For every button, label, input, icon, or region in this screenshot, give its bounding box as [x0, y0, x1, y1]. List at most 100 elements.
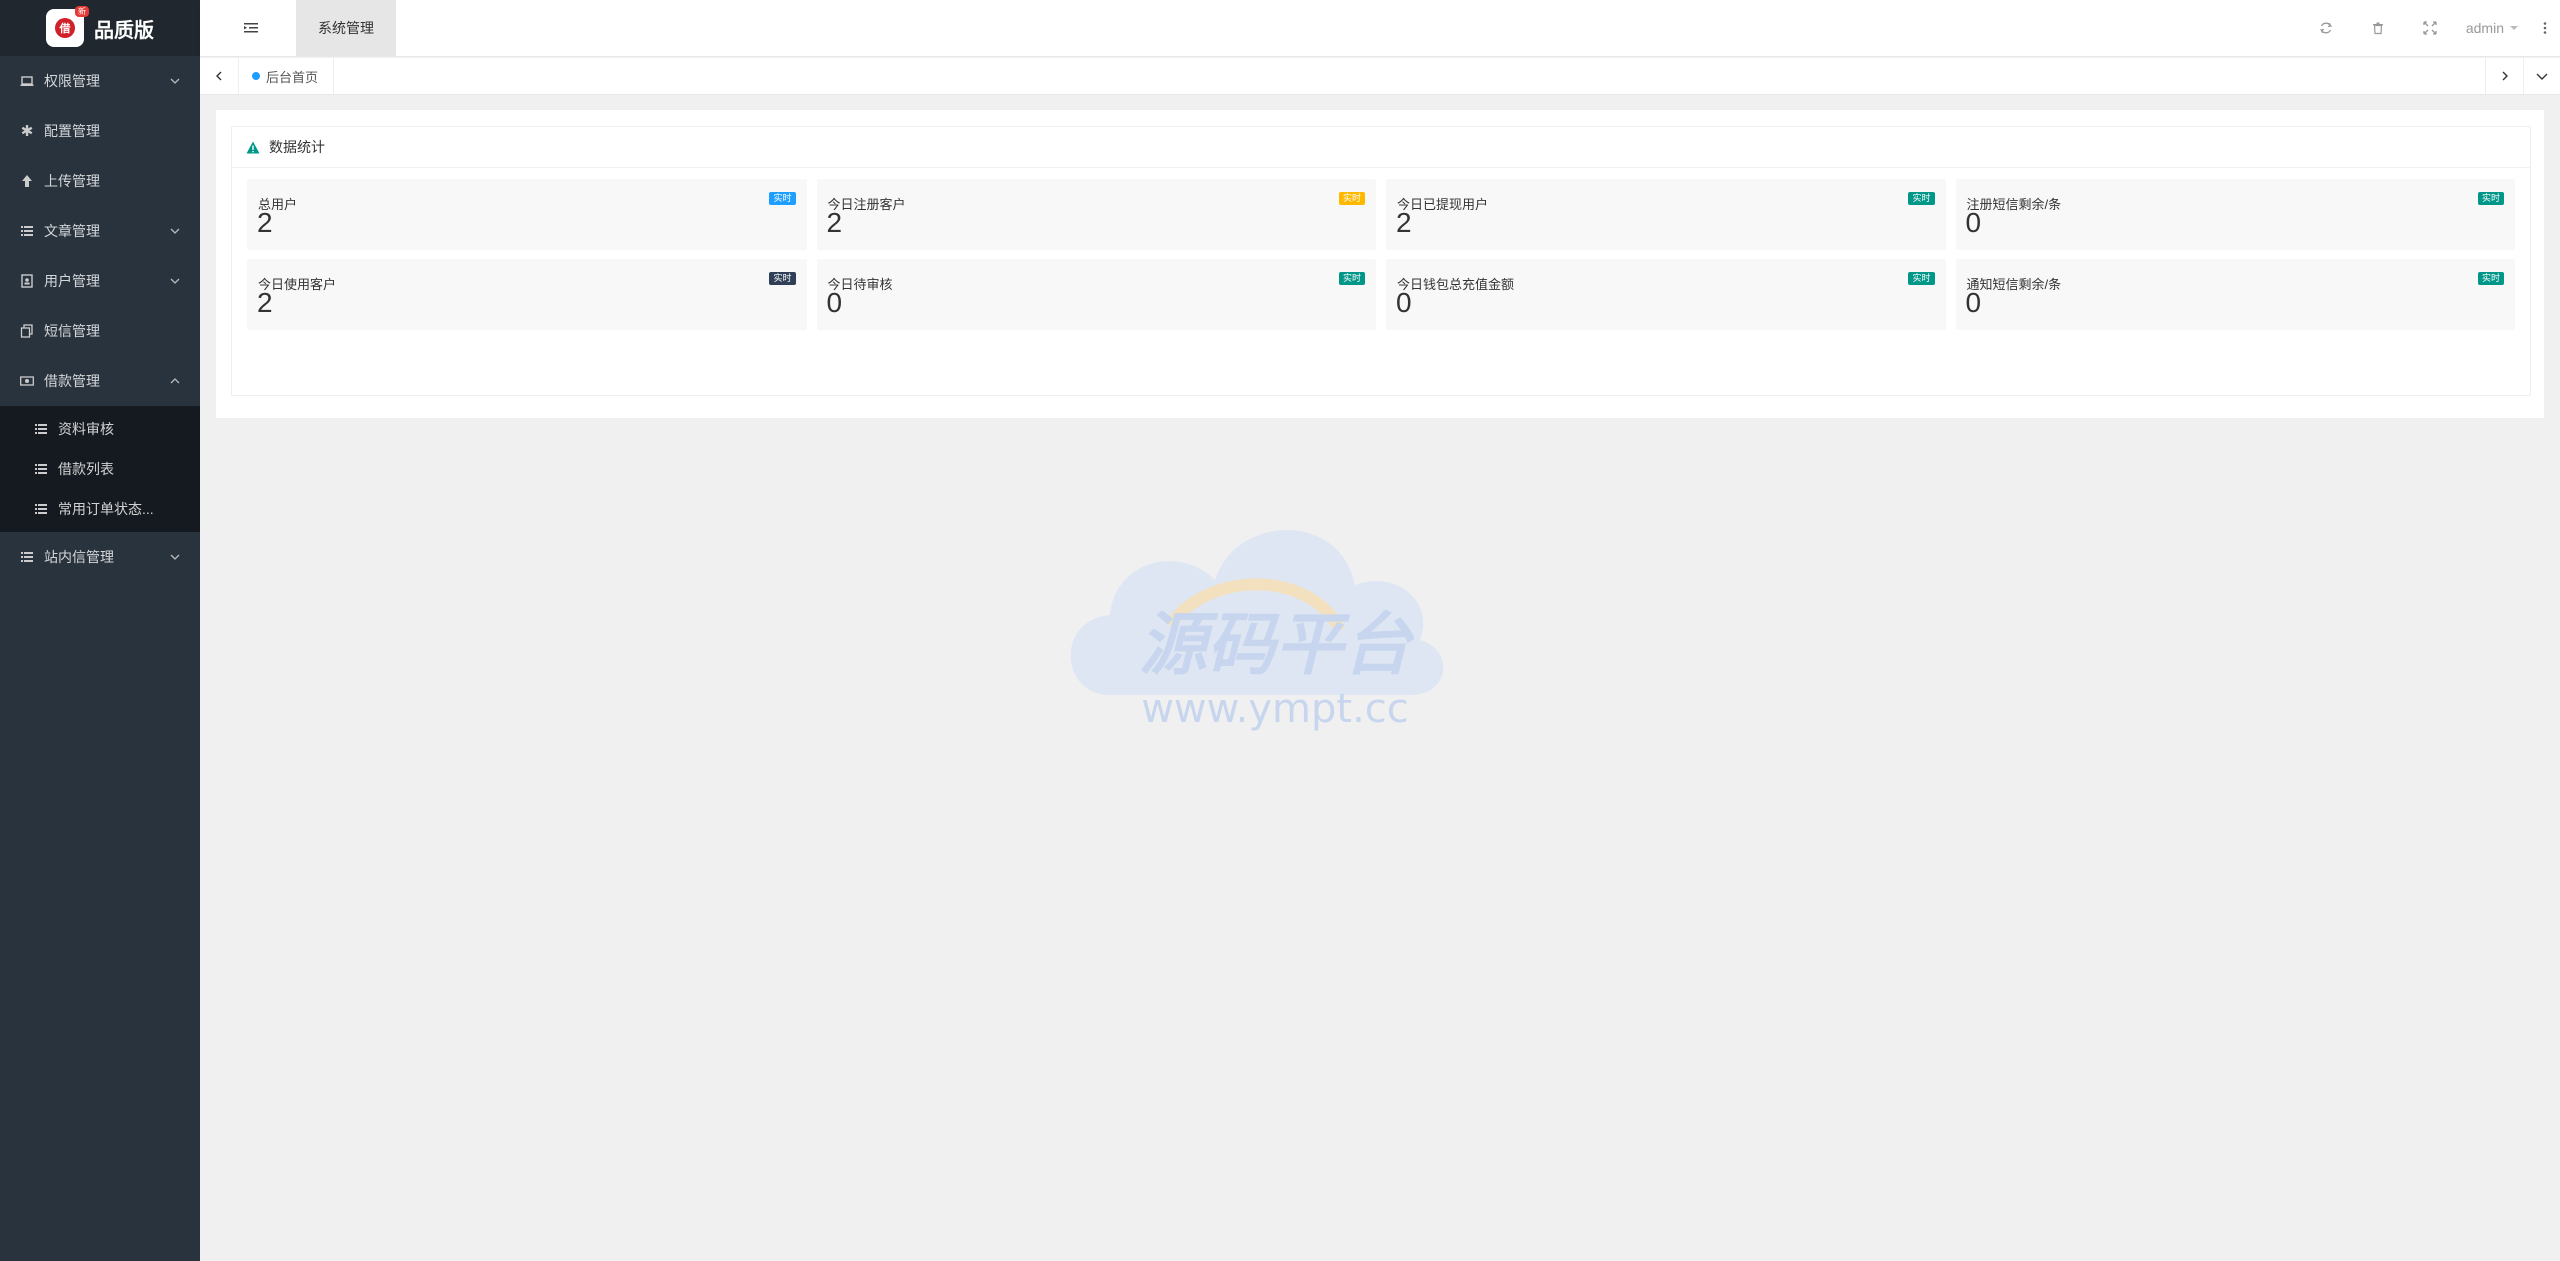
sidebar-subitem-label: 常用订单状态...	[58, 501, 154, 517]
logo-text: 品质版	[94, 19, 154, 42]
realtime-badge: 实时	[769, 272, 796, 285]
sidebar-item-users[interactable]: 用户管理	[0, 256, 200, 306]
refresh-button[interactable]	[2300, 0, 2352, 56]
sidebar-item-loans[interactable]: 借款管理	[0, 356, 200, 406]
sidebar-item-label: 用户管理	[44, 273, 100, 289]
tabs-dropdown-button[interactable]	[2523, 58, 2560, 94]
sidebar-item-sms[interactable]: 短信管理	[0, 306, 200, 356]
more-vertical-icon	[2543, 22, 2547, 34]
sidebar-item-messages[interactable]: 站内信管理	[0, 532, 200, 582]
top-header: 系统管理 admin	[200, 0, 2560, 56]
stats-card: 数据统计 总用户 2 实时 今日注册客户 2 实时 今日已提现用户 2 实时 注…	[231, 126, 2531, 396]
indent-icon	[244, 23, 258, 33]
tab-home-label: 后台首页	[266, 69, 319, 85]
tab-bar: 后台首页	[200, 57, 2560, 95]
fullscreen-icon	[2423, 21, 2437, 35]
tabs-scroll-left-button[interactable]	[200, 58, 239, 94]
system-management-tab[interactable]: 系统管理	[296, 0, 396, 56]
sidebar-item-label: 短信管理	[44, 323, 100, 339]
realtime-badge: 实时	[1908, 192, 1935, 205]
list-icon	[20, 550, 34, 564]
card-title: 数据统计	[269, 139, 325, 155]
sidebar-subitem-review[interactable]: 资料审核	[0, 409, 200, 449]
tab-home[interactable]: 后台首页	[242, 58, 335, 94]
sidebar: 借 新 品质版 权限管理 ✱ 配置管理 上传管理 文章管理 用户管理 短信管理 …	[0, 0, 200, 1261]
sidebar-subitem-order-status[interactable]: 常用订单状态...	[0, 489, 200, 529]
stat-today-registered: 今日注册客户 2 实时	[816, 179, 1376, 250]
sidebar-item-articles[interactable]: 文章管理	[0, 206, 200, 256]
sidebar-item-label: 配置管理	[44, 123, 100, 139]
sidebar-item-label: 借款管理	[44, 373, 100, 389]
refresh-icon	[2319, 22, 2332, 34]
stat-total-users: 总用户 2 实时	[247, 179, 807, 250]
stat-today-active: 今日使用客户 2 实时	[247, 259, 807, 330]
list-icon	[20, 224, 34, 238]
sidebar-item-config[interactable]: ✱ 配置管理	[0, 106, 200, 156]
watermark-url: www.ympt.cc	[1141, 686, 1409, 732]
clear-cache-button[interactable]	[2352, 0, 2404, 56]
header-tools: admin	[2300, 0, 2560, 56]
list-icon	[34, 462, 48, 476]
sidebar-item-label: 上传管理	[44, 173, 100, 189]
list-icon	[34, 422, 48, 436]
fullscreen-button[interactable]	[2404, 0, 2456, 56]
loans-submenu: 资料审核 借款列表 常用订单状态...	[0, 406, 200, 532]
stat-notice-sms-left: 通知短信剩余/条 0 实时	[1955, 259, 2515, 330]
sidebar-item-upload[interactable]: 上传管理	[0, 156, 200, 206]
sidebar-subitem-label: 借款列表	[58, 461, 114, 477]
chevron-left-icon	[216, 71, 222, 81]
sidebar-nav: 权限管理 ✱ 配置管理 上传管理 文章管理 用户管理 短信管理 借款管理	[0, 56, 200, 406]
sidebar-item-permissions[interactable]: 权限管理	[0, 56, 200, 106]
realtime-badge: 实时	[1908, 272, 1935, 285]
sidebar-subitem-loan-list[interactable]: 借款列表	[0, 449, 200, 489]
chevron-down-icon	[170, 228, 180, 234]
stat-today-withdrawn: 今日已提现用户 2 实时	[1386, 179, 1946, 250]
chevron-down-icon	[170, 554, 180, 560]
laptop-icon	[20, 74, 34, 88]
money-icon	[20, 374, 34, 388]
chevron-up-icon	[170, 378, 180, 384]
stat-today-pending: 今日待审核 0 实时	[816, 259, 1376, 330]
watermark-logo: 源码平台 www.ympt.cc	[1050, 500, 1500, 750]
copy-icon	[20, 324, 34, 338]
sidebar-item-label: 权限管理	[44, 73, 100, 89]
upload-arrow-icon	[20, 174, 34, 188]
list-icon	[34, 502, 48, 516]
trash-icon	[2372, 22, 2383, 35]
main-content: 数据统计 总用户 2 实时 今日注册客户 2 实时 今日已提现用户 2 实时 注…	[216, 110, 2544, 418]
stat-value: 2	[1396, 207, 1412, 238]
sidebar-toggle-button[interactable]	[240, 0, 262, 56]
stats-grid: 总用户 2 实时 今日注册客户 2 实时 今日已提现用户 2 实时 注册短信剩余…	[247, 179, 2515, 330]
tabs-scroll-right-button[interactable]	[2485, 58, 2524, 94]
stat-value: 0	[1965, 207, 1982, 238]
stat-value: 0	[1396, 287, 1412, 318]
stat-title: 今日钱包总充值金额	[1397, 277, 1515, 292]
realtime-badge: 实时	[2477, 192, 2504, 205]
chevron-down-icon	[170, 78, 180, 84]
watermark-title: 源码平台	[1139, 606, 1415, 685]
stat-value: 2	[257, 287, 273, 318]
card-header: 数据统计	[232, 127, 2530, 168]
username: admin	[2465, 20, 2504, 36]
stat-value: 0	[1965, 287, 1982, 318]
stat-value: 2	[826, 207, 843, 238]
realtime-badge: 实时	[1338, 192, 1365, 205]
caret-down-icon	[2510, 26, 2518, 30]
logo-image: 借 新	[46, 6, 89, 47]
realtime-badge: 实时	[769, 192, 796, 205]
sidebar-subitem-label: 资料审核	[58, 421, 114, 437]
chevron-down-icon	[2536, 73, 2548, 80]
user-menu[interactable]: admin	[2456, 0, 2530, 56]
chevron-right-icon	[2502, 71, 2508, 81]
logo[interactable]: 借 新 品质版	[0, 0, 200, 56]
more-button[interactable]	[2530, 0, 2560, 56]
user-card-icon	[20, 274, 34, 288]
stat-value: 0	[826, 287, 843, 318]
logo-badge: 新	[75, 6, 89, 17]
stat-value: 2	[257, 207, 273, 238]
sidebar-item-label: 文章管理	[44, 223, 100, 239]
active-dot-icon	[252, 72, 260, 80]
realtime-badge: 实时	[1338, 272, 1365, 285]
realtime-badge: 实时	[2477, 272, 2504, 285]
logo-mark: 借	[55, 18, 75, 38]
